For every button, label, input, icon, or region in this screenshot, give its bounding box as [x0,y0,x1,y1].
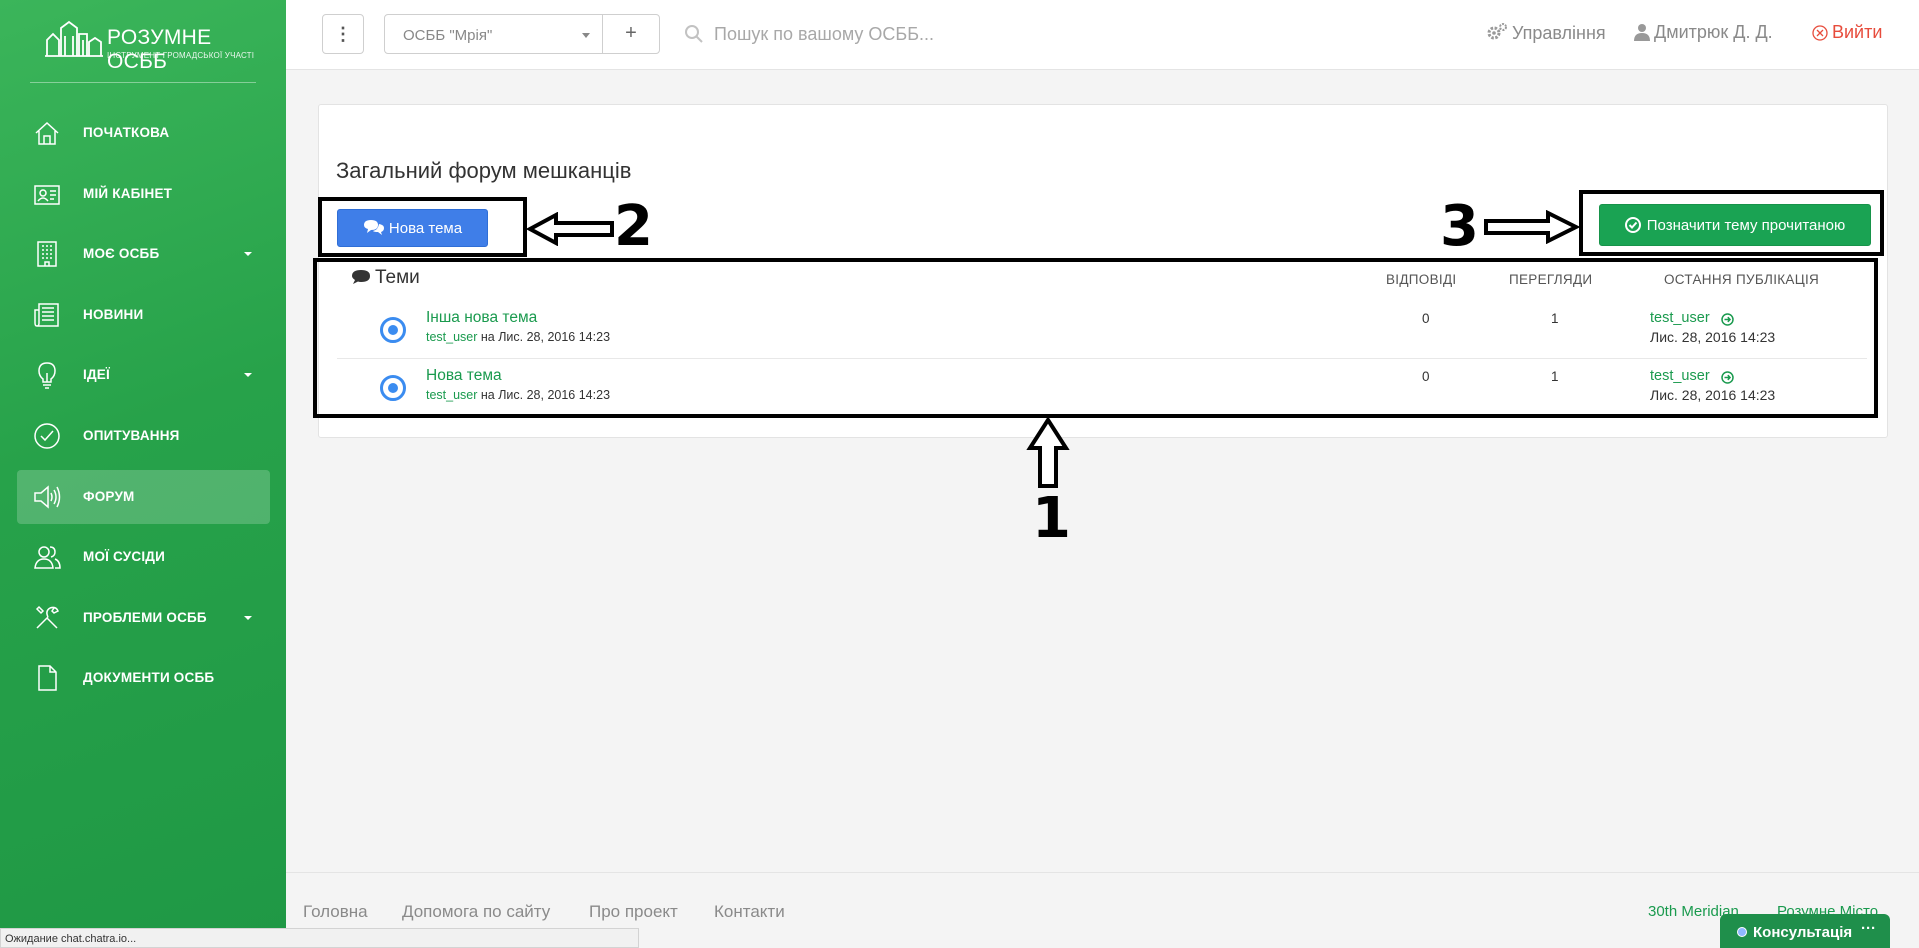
sidebar-item-polls[interactable]: ОПИТУВАННЯ [17,409,270,463]
footer-link-contacts[interactable]: Контакти [714,902,785,922]
sidebar-item-label: НОВИНИ [83,306,144,322]
brand-subtitle: ІНСТРУМЕНТ ГРОМАДСЬКОЇ УЧАСТІ [107,51,255,60]
sidebar-divider [30,82,256,83]
annotation-arrow-left [526,212,614,246]
sidebar-item-home[interactable]: ПОЧАТКОВА [17,106,270,160]
neighbors-icon [34,546,61,569]
sidebar-item-label: МОЄ ОСББ [83,246,160,262]
sidebar-item-my-osbb[interactable]: МОЄ ОСББ [17,227,270,281]
sidebar-item-cabinet[interactable]: МІЙ КАБІНЕТ [17,167,270,221]
home-icon [35,121,59,145]
brand-title: РОЗУМНЕ ОСББ [107,26,212,73]
user-link[interactable]: Дмитрюк Д. Д. [1634,22,1773,43]
close-circle-icon [1812,25,1828,41]
sidebar-item-label: МОЇ СУСІДИ [83,549,166,565]
sidebar-item-neighbors[interactable]: МОЇ СУСІДИ [17,530,270,584]
sidebar-item-label: ІДЕЇ [83,367,110,383]
sidebar-item-forum[interactable]: ФОРУМ [17,469,270,524]
sidebar-item-label: ПРОБЛЕМИ ОСББ [83,609,207,625]
sidebar-item-label: ФОРУМ [83,488,135,504]
online-status-icon [1737,927,1747,937]
sidebar-item-news[interactable]: НОВИНИ [17,288,270,342]
management-link[interactable]: Управління [1486,22,1606,44]
gears-icon [1487,23,1507,40]
chevron-down-icon [244,373,252,378]
logo[interactable]: РОЗУМНЕ ОСББ ІНСТРУМЕНТ ГРОМАДСЬКОЇ УЧАС… [45,16,255,73]
lightbulb-icon [38,362,56,390]
chevron-down-icon [582,33,590,38]
management-label: Управління [1512,23,1606,43]
sidebar-item-ideas[interactable]: ІДЕЇ [17,348,270,402]
chevron-down-icon [244,615,252,620]
logout-link[interactable]: Вийти [1812,22,1882,43]
annotation-number-1: 1 [1032,486,1071,551]
footer-link-about[interactable]: Про проект [589,902,678,922]
page-title: Загальний форум мешканців [336,158,632,183]
annotation-arrow-up [1026,416,1070,488]
footer-link-help[interactable]: Допомога по сайту [402,902,550,922]
top-bar: ⋮ ОСББ "Мрія" + Управління Дмитрюк Д. Д.… [286,0,1919,70]
tools-icon [35,605,59,629]
user-icon [1634,24,1650,41]
newspaper-icon [34,303,59,327]
chevron-down-icon [244,252,252,257]
sidebar-item-label: ДОКУМЕНТИ ОСББ [83,670,215,686]
annotation-arrow-right [1484,210,1580,244]
id-card-icon [34,184,60,205]
annotation-box-mark-read [1579,190,1884,256]
more-menu-button[interactable]: ⋮ [322,14,364,54]
search-icon [685,25,703,43]
city-logo-icon [45,20,103,57]
annotation-number-2: 2 [614,194,653,259]
search-input[interactable] [714,18,1134,50]
sidebar-item-label: ОПИТУВАННЯ [83,427,180,443]
annotation-box-new-topic [318,197,527,257]
osbb-select[interactable]: ОСББ "Мрія" [384,14,603,54]
footer-link-home[interactable]: Головна [303,902,368,922]
annotation-number-3: 3 [1440,194,1479,259]
sidebar-item-label: МІЙ КАБІНЕТ [83,185,173,201]
sidebar-item-label: ПОЧАТКОВА [83,125,170,140]
check-circle-icon [34,423,60,449]
document-icon [38,665,57,692]
sidebar-item-problems[interactable]: ПРОБЛЕМИ ОСББ [17,591,270,645]
osbb-select-value: ОСББ "Мрія" [403,27,493,44]
sidebar: РОЗУМНЕ ОСББ ІНСТРУМЕНТ ГРОМАДСЬКОЇ УЧАС… [0,0,286,948]
building-icon [37,241,57,267]
sidebar-item-documents[interactable]: ДОКУМЕНТИ ОСББ [17,651,270,705]
chat-widget[interactable]: Консультація ··· [1720,914,1890,948]
user-name: Дмитрюк Д. Д. [1654,22,1773,42]
browser-status-bar: Ожидание chat.chatra.io... [0,928,639,948]
logout-label: Вийти [1832,22,1883,42]
chat-more-icon[interactable]: ··· [1861,920,1876,937]
sidebar-nav: ПОЧАТКОВА МІЙ КАБІНЕТ МОЄ ОСББ НОВИНИ ІД… [17,106,270,712]
add-osbb-button[interactable]: + [602,14,660,54]
chat-label: Консультація [1753,924,1853,941]
annotation-box-topics [313,258,1878,418]
megaphone-icon [34,484,61,509]
